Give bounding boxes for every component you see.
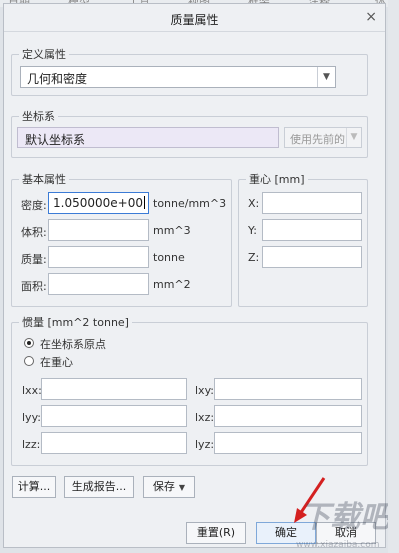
radio-origin-label: 在坐标系原点	[40, 338, 106, 351]
define-attr-value: 几何和密度	[27, 72, 88, 86]
watermark-logo: 下载吧	[300, 500, 390, 535]
watermark-url: www.xiazaiba.com	[296, 540, 380, 550]
lyy-label: lyy:	[22, 411, 41, 424]
lyz-input[interactable]	[214, 432, 362, 454]
lzz-input[interactable]	[41, 432, 187, 454]
mass-unit: tonne	[153, 251, 185, 264]
reset-label: 重置(R)	[196, 526, 236, 539]
chevron-down-icon: ▼	[178, 483, 186, 492]
centroid-x-input[interactable]	[262, 192, 362, 214]
coord-sys-value: 默认坐标系	[25, 133, 86, 147]
define-attr-legend: 定义属性	[22, 48, 66, 61]
dialog-title: 质量属性	[170, 13, 219, 27]
lxx-label: lxx:	[22, 384, 42, 397]
report-label: 生成报告...	[71, 480, 127, 493]
density-label: 密度:	[21, 199, 47, 212]
report-button[interactable]: 生成报告...	[64, 476, 134, 498]
close-icon[interactable]: ×	[365, 9, 377, 25]
lxz-input[interactable]	[214, 405, 362, 427]
lyz-label: lyz:	[195, 438, 215, 451]
volume-unit: mm^3	[153, 224, 191, 237]
reset-button[interactable]: 重置(R)	[186, 522, 246, 544]
compute-label: 计算...	[17, 480, 51, 493]
chevron-down-icon: ▼	[346, 128, 361, 147]
basic-props-legend: 基本属性	[22, 173, 66, 186]
background-scrollbar	[388, 0, 399, 553]
ok-label: 确定	[275, 526, 297, 539]
inertia-legend: 惯量 [mm^2 tonne]	[22, 316, 129, 329]
volume-label: 体积:	[21, 226, 47, 239]
centroid-x-label: X:	[248, 197, 260, 210]
text-cursor	[143, 196, 145, 209]
lxz-label: lxz:	[195, 411, 215, 424]
use-previous-label: 使用先前的	[290, 133, 345, 146]
radio-centroid-label: 在重心	[40, 356, 73, 369]
centroid-y-label: Y:	[248, 224, 257, 237]
use-previous-select: 使用先前的 ▼	[284, 127, 362, 148]
title-bar: 质量属性 ×	[4, 4, 385, 32]
coord-sys-field[interactable]: 默认坐标系	[17, 127, 279, 148]
lyy-input[interactable]	[41, 405, 187, 427]
chevron-down-icon: ▼	[317, 67, 335, 87]
mass-label: 质量:	[21, 253, 47, 266]
compute-button[interactable]: 计算...	[12, 476, 56, 498]
save-label: 保存	[152, 480, 175, 493]
lxy-input[interactable]	[214, 378, 362, 400]
lxy-label: lxy:	[195, 384, 214, 397]
mass-input[interactable]	[48, 246, 149, 268]
area-unit: mm^2	[153, 278, 191, 291]
centroid-z-input[interactable]	[262, 246, 362, 268]
radio-origin[interactable]	[24, 338, 34, 348]
coord-sys-legend: 坐标系	[22, 110, 55, 123]
area-label: 面积:	[21, 280, 47, 293]
centroid-legend: 重心 [mm]	[249, 173, 305, 186]
density-value: 1.050000e+00	[53, 196, 143, 210]
centroid-y-input[interactable]	[262, 219, 362, 241]
lzz-label: lzz:	[22, 438, 41, 451]
density-input[interactable]: 1.050000e+00	[48, 192, 149, 214]
density-unit: tonne/mm^3	[153, 197, 227, 210]
lxx-input[interactable]	[41, 378, 187, 400]
area-input[interactable]	[48, 273, 149, 295]
define-attr-select[interactable]: 几何和密度 ▼	[20, 66, 336, 88]
centroid-z-label: Z:	[248, 251, 260, 264]
save-button[interactable]: 保存 ▼	[143, 476, 195, 498]
radio-centroid[interactable]	[24, 356, 34, 366]
volume-input[interactable]	[48, 219, 149, 241]
